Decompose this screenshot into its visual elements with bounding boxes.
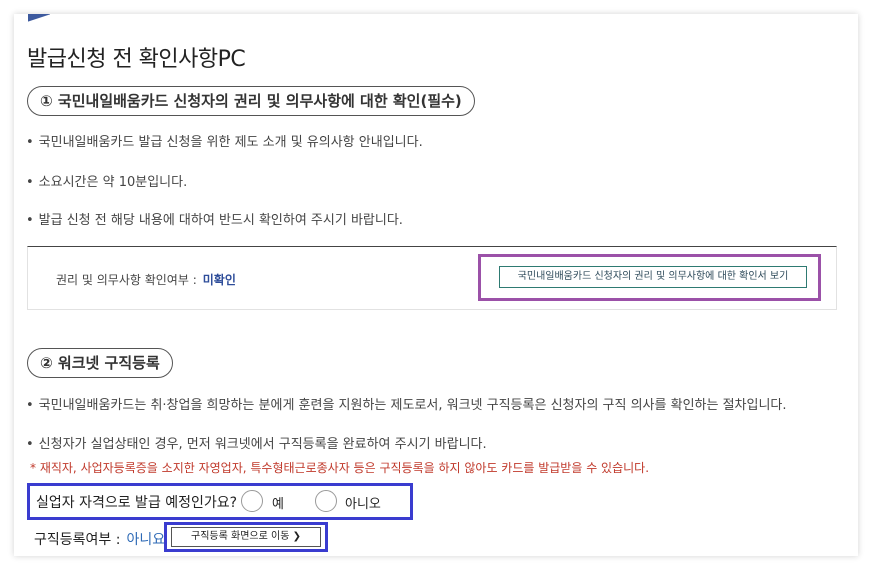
registration-value: 아니요 — [126, 532, 166, 548]
section2-heading: ② 워크넷 구직등록 — [27, 348, 173, 378]
section1-bullet: 발급 신청 전 해당 내용에 대하여 반드시 확인하여 주시기 바랍니다. — [26, 209, 403, 228]
radio-no-label: 아니오 — [345, 497, 381, 512]
section1-bullet: 국민내일배움카드 발급 신청을 위한 제도 소개 및 유의사항 안내입니다. — [26, 131, 423, 150]
main-panel: 발급신청 전 확인사항PC ① 국민내일배움카드 신청자의 권리 및 의무사항에… — [14, 14, 858, 556]
unemployed-question: 실업자 자격으로 발급 예정인가요? — [36, 495, 238, 511]
registration-row: 구직등록여부 : 아니요 — [34, 529, 165, 549]
go-to-registration-button[interactable]: 구직등록 화면으로 이동 ❯ — [171, 527, 321, 547]
section2-bullet: 신청자가 실업상태인 경우, 먼저 워크넷에서 구직등록을 완료하여 주시기 바… — [26, 433, 487, 452]
registration-label: 구직등록여부 : — [34, 532, 121, 548]
rights-check-row: 권리 및 의무사항 확인여부 : 미확인 — [56, 271, 236, 288]
radio-yes-label: 예 — [272, 497, 284, 512]
rights-check-label: 권리 및 의무사항 확인여부 : — [56, 273, 197, 287]
page-title: 발급신청 전 확인사항PC — [27, 47, 246, 72]
section1-bullet: 소요시간은 약 10분입니다. — [26, 171, 188, 190]
view-rights-button[interactable]: 국민내일배움카드 신청자의 권리 및 의무사항에 대한 확인서 보기 — [499, 266, 807, 288]
warning-text: * 재직자, 사업자등록증을 소지한 자영업자, 특수형태근로종사자 등은 구직… — [30, 461, 650, 475]
accent-mark — [28, 14, 50, 22]
radio-no[interactable] — [315, 490, 337, 512]
section1-heading: ① 국민내일배움카드 신청자의 권리 및 의무사항에 대한 확인(필수) — [27, 86, 475, 116]
rights-check-status: 미확인 — [202, 273, 236, 287]
section2-bullet: 국민내일배움카드는 취·창업을 희망하는 분에게 훈련을 지원하는 제도로서, … — [26, 394, 787, 413]
radio-yes[interactable] — [241, 490, 263, 512]
